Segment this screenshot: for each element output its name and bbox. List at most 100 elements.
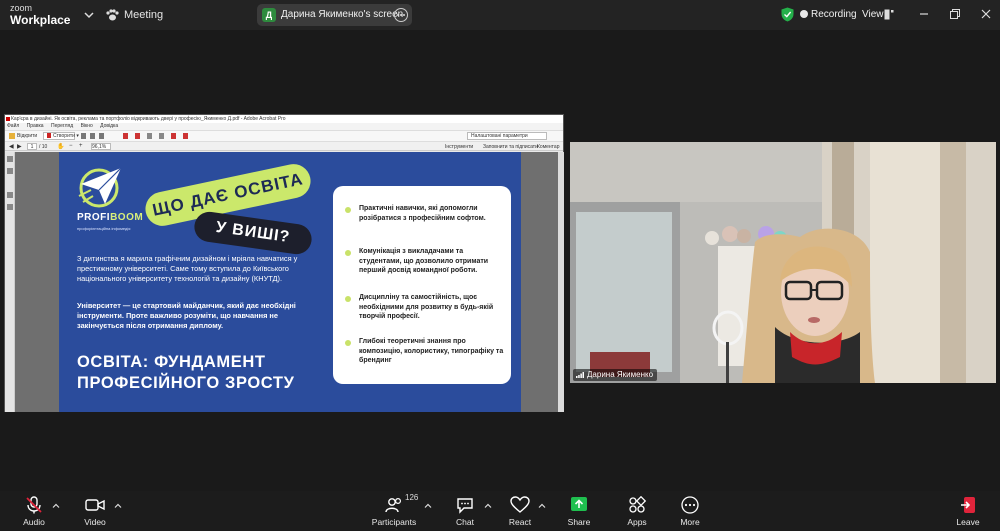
- share-label: Share: [567, 517, 591, 527]
- close-icon[interactable]: [980, 8, 992, 20]
- microphone-muted-icon: [26, 496, 42, 514]
- video-options-caret-icon[interactable]: [114, 503, 122, 509]
- chat-label: Chat: [456, 517, 474, 527]
- participants-options-caret-icon[interactable]: [424, 503, 432, 509]
- menu-view[interactable]: Перегляд: [51, 123, 73, 129]
- leave-door-icon: [961, 497, 975, 513]
- restore-icon[interactable]: [949, 8, 961, 20]
- menu-window[interactable]: Вікно: [81, 123, 93, 129]
- acrobat-tool-icon[interactable]: [171, 133, 176, 139]
- video-camera-icon: [85, 499, 105, 511]
- meeting-label[interactable]: Meeting: [124, 9, 163, 21]
- benefit-item: Дисципліну та самостійність, щоє необхід…: [359, 294, 494, 320]
- recording-label[interactable]: Recording: [811, 9, 857, 20]
- zoom-meeting-window: zoom Workplace Meeting Д Дарина Якименко…: [0, 0, 1000, 531]
- react-options-caret-icon[interactable]: [538, 503, 546, 509]
- benefit-item: Глибокі теоретичні знання про композицію…: [359, 338, 504, 364]
- participant-name: Дарина Якименко: [587, 370, 654, 379]
- logo-word-profi: PROFI: [77, 212, 111, 223]
- share-button[interactable]: Share: [549, 496, 609, 527]
- audio-label: Audio: [23, 517, 45, 527]
- webcam-scene-image: [570, 142, 996, 383]
- prev-page-icon[interactable]: ◀: [9, 143, 14, 150]
- leave-label: Leave: [956, 517, 980, 527]
- paw-meeting-icon: [106, 9, 119, 21]
- view-layout-icon[interactable]: [884, 9, 894, 20]
- bullet-icon: [345, 296, 351, 302]
- save-icon[interactable]: [81, 133, 86, 139]
- apps-label: Apps: [627, 517, 647, 527]
- benefit-item: Практичні навички, які допомогли розібра…: [359, 205, 486, 222]
- logo-subtitle: профорієнтаційна інфомедія: [77, 226, 131, 231]
- react-button[interactable]: React: [490, 496, 550, 527]
- email-icon[interactable]: [99, 133, 104, 139]
- shared-screen[interactable]: Кар'єра в дизайні. Як освіта, реклама та…: [4, 114, 564, 412]
- zoom-out-icon[interactable]: −: [69, 143, 73, 149]
- zoom-input[interactable]: 96,1%: [91, 143, 111, 150]
- fill-sign-tab[interactable]: Заповнити та підписати: [483, 144, 538, 150]
- audio-options-caret-icon[interactable]: [52, 503, 60, 509]
- participant-video[interactable]: Дарина Якименко: [570, 142, 996, 383]
- slide-paragraph-1: З дитинства я марила графічним дизайном …: [77, 254, 298, 283]
- page-number-input[interactable]: 1: [27, 143, 37, 150]
- more-button[interactable]: More: [660, 496, 720, 527]
- document-scrollbar[interactable]: [558, 152, 564, 412]
- menu-help[interactable]: Довідка: [100, 123, 118, 129]
- bookmark-icon[interactable]: [7, 192, 13, 198]
- logo-word-boom: BOOM: [110, 212, 144, 223]
- pages-panel-icon[interactable]: [7, 156, 13, 162]
- participants-icon: [385, 497, 402, 513]
- chat-button[interactable]: Chat: [435, 496, 495, 527]
- minimize-icon[interactable]: [918, 8, 930, 20]
- chevron-down-icon[interactable]: [82, 8, 96, 22]
- shared-screen-chip[interactable]: Д Дарина Якименко's screen: [257, 4, 412, 26]
- shared-screen-label: Дарина Якименко's screen: [281, 9, 404, 20]
- benefit-item: Комунікація з викладачами та студентами,…: [359, 248, 489, 274]
- apps-button[interactable]: Apps: [607, 496, 667, 527]
- next-page-icon[interactable]: ▶: [17, 143, 22, 150]
- menu-file[interactable]: Файл: [7, 123, 19, 129]
- meeting-controls-bar: Audio Video Participants 126 Chat React …: [0, 491, 1000, 531]
- zoom-in-icon[interactable]: +: [79, 143, 83, 149]
- print-icon[interactable]: [90, 133, 95, 139]
- view-button[interactable]: View: [862, 9, 884, 20]
- tools-tab[interactable]: Інструменти: [445, 144, 473, 150]
- chat-bubble-icon: [457, 498, 473, 514]
- page-total: / 10: [39, 144, 48, 150]
- acrobat-title-bar: Кар'єра в дизайні. Як освіта, реклама та…: [5, 115, 563, 123]
- acrobat-tool-icon[interactable]: [123, 133, 128, 139]
- acrobat-app-icon: [6, 117, 10, 121]
- comment-tab[interactable]: Коментар: [537, 144, 559, 150]
- attachment-icon[interactable]: [7, 168, 13, 174]
- menu-edit[interactable]: Правка: [27, 123, 44, 129]
- folder-icon[interactable]: [9, 133, 15, 139]
- paper-plane-logo-icon: [78, 167, 122, 208]
- open-button[interactable]: Відкрити: [17, 133, 37, 139]
- acrobat-toolbar-main: Відкрити Створити ▾ Налаштовані параметр…: [5, 130, 563, 141]
- more-options-icon[interactable]: [393, 7, 409, 23]
- signal-bars-icon: [576, 372, 584, 378]
- leave-button[interactable]: Leave: [946, 496, 990, 527]
- profiboom-logo: PROFIBOOM: [77, 212, 143, 223]
- video-button[interactable]: Video: [65, 496, 125, 527]
- acrobat-tool-icon[interactable]: [147, 133, 152, 139]
- layers-icon[interactable]: [7, 204, 13, 210]
- document-canvas[interactable]: PROFIBOOM профорієнтаційна інфомедія ЩО …: [15, 152, 564, 412]
- acrobat-tool-icon[interactable]: [183, 133, 188, 139]
- participant-name-tag: Дарина Якименко: [573, 369, 658, 381]
- audio-button[interactable]: Audio: [4, 496, 64, 527]
- shield-check-icon[interactable]: [781, 7, 794, 22]
- more-label: More: [680, 517, 700, 527]
- acrobat-tool-icon[interactable]: [159, 133, 164, 139]
- participants-count: 126: [405, 493, 419, 502]
- pdf-create-icon: [47, 133, 51, 138]
- recording-icon: [800, 10, 808, 18]
- create-label: Створити ▾: [53, 133, 79, 139]
- acrobat-tool-icon[interactable]: [135, 133, 140, 139]
- hand-tool-icon[interactable]: ✋: [57, 143, 64, 150]
- brand-workplace: Workplace: [10, 13, 71, 27]
- react-label: React: [508, 517, 532, 527]
- slide-paragraph-2: Університет — це стартовий майданчик, як…: [77, 301, 296, 330]
- participants-label: Participants: [371, 517, 417, 527]
- acrobat-menu-bar: Файл Правка Перегляд Вікно Довідка: [5, 123, 563, 130]
